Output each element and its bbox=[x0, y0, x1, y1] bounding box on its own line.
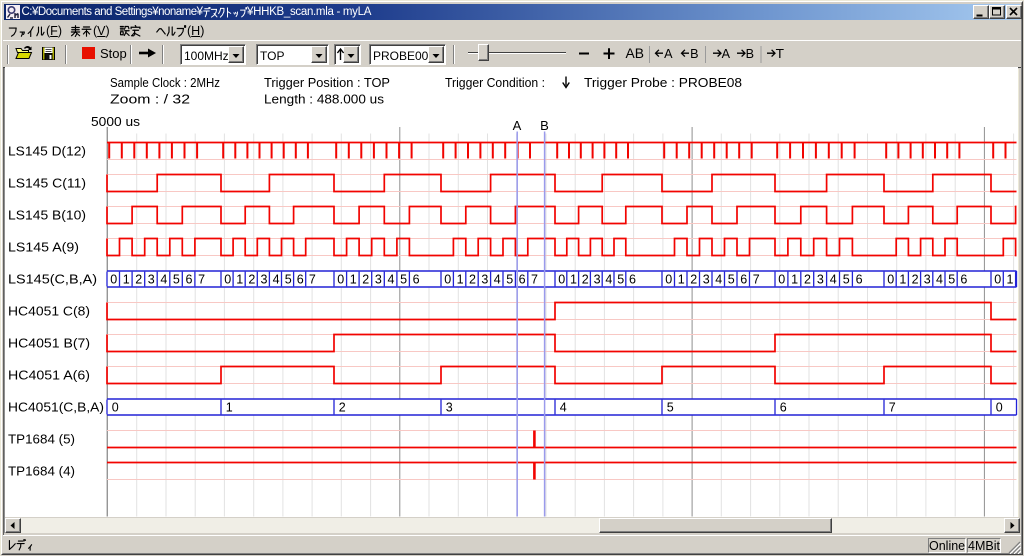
svg-text:7: 7 bbox=[753, 273, 760, 287]
svg-text:4: 4 bbox=[160, 273, 167, 287]
svg-text:0: 0 bbox=[996, 401, 1003, 415]
svg-text:2: 2 bbox=[362, 273, 369, 287]
svg-text:3: 3 bbox=[261, 273, 268, 287]
svg-text:5: 5 bbox=[948, 273, 955, 287]
svg-text:5: 5 bbox=[617, 273, 624, 287]
svg-text:0: 0 bbox=[887, 273, 894, 287]
svg-text:7: 7 bbox=[309, 273, 316, 287]
svg-text:6: 6 bbox=[780, 401, 787, 415]
svg-text:1: 1 bbox=[236, 273, 243, 287]
svg-text:2: 2 bbox=[690, 273, 697, 287]
svg-text:Length : 488.000 us: Length : 488.000 us bbox=[264, 92, 385, 107]
svg-text:5: 5 bbox=[843, 273, 850, 287]
svg-text:LS145 C(11): LS145 C(11) bbox=[8, 176, 86, 191]
svg-text:HC4051 A(6): HC4051 A(6) bbox=[8, 368, 90, 383]
svg-text:5: 5 bbox=[173, 273, 180, 287]
svg-text:6: 6 bbox=[856, 273, 863, 287]
svg-text:3: 3 bbox=[481, 273, 488, 287]
svg-text:2: 2 bbox=[912, 273, 919, 287]
svg-text:4: 4 bbox=[936, 273, 943, 287]
svg-text:Trigger Condition :: Trigger Condition : bbox=[445, 75, 545, 90]
svg-text:1: 1 bbox=[226, 401, 233, 415]
svg-text:A: A bbox=[513, 118, 522, 133]
svg-text:0: 0 bbox=[110, 273, 117, 287]
svg-text:1: 1 bbox=[457, 273, 464, 287]
svg-text:5: 5 bbox=[400, 273, 407, 287]
svg-text:3: 3 bbox=[703, 273, 710, 287]
svg-text:0: 0 bbox=[337, 273, 344, 287]
svg-text:6: 6 bbox=[413, 273, 420, 287]
svg-text:2: 2 bbox=[469, 273, 476, 287]
svg-text:0: 0 bbox=[665, 273, 672, 287]
svg-text:3: 3 bbox=[924, 273, 931, 287]
svg-text:6: 6 bbox=[297, 273, 304, 287]
svg-text:4: 4 bbox=[715, 273, 722, 287]
svg-text:6: 6 bbox=[186, 273, 193, 287]
svg-text:6: 6 bbox=[519, 273, 526, 287]
svg-text:6: 6 bbox=[960, 273, 967, 287]
svg-text:1: 1 bbox=[350, 273, 357, 287]
svg-text:3: 3 bbox=[375, 273, 382, 287]
svg-text:0: 0 bbox=[224, 273, 231, 287]
svg-text:HC4051(C,B,A): HC4051(C,B,A) bbox=[8, 400, 104, 415]
svg-text:6: 6 bbox=[740, 273, 747, 287]
svg-text:0: 0 bbox=[558, 273, 565, 287]
svg-text:5: 5 bbox=[285, 273, 292, 287]
svg-text:TP1684 (5): TP1684 (5) bbox=[8, 432, 75, 447]
svg-text:2: 2 bbox=[135, 273, 142, 287]
svg-text:4: 4 bbox=[273, 273, 280, 287]
svg-text:2: 2 bbox=[248, 273, 255, 287]
svg-text:3: 3 bbox=[817, 273, 824, 287]
svg-text:4: 4 bbox=[560, 401, 567, 415]
svg-text:1: 1 bbox=[1007, 273, 1014, 287]
svg-text:3: 3 bbox=[148, 273, 155, 287]
svg-text:7: 7 bbox=[531, 273, 538, 287]
svg-text:4: 4 bbox=[830, 273, 837, 287]
svg-text:LS145(C,B,A): LS145(C,B,A) bbox=[8, 272, 97, 287]
svg-text:Zoom : / 32: Zoom : / 32 bbox=[110, 92, 190, 107]
svg-text:0: 0 bbox=[112, 401, 119, 415]
svg-text:B: B bbox=[746, 46, 754, 61]
svg-text:5000 us: 5000 us bbox=[91, 114, 141, 129]
svg-text:T: T bbox=[776, 46, 784, 61]
svg-text:4: 4 bbox=[605, 273, 612, 287]
svg-text:LS145 D(12): LS145 D(12) bbox=[8, 144, 86, 159]
svg-text:0: 0 bbox=[444, 273, 451, 287]
svg-text:5: 5 bbox=[667, 401, 674, 415]
svg-text:1: 1 bbox=[123, 273, 130, 287]
svg-text:Sample Clock : 2MHz: Sample Clock : 2MHz bbox=[110, 75, 220, 90]
svg-text:2: 2 bbox=[339, 401, 346, 415]
svg-text:1: 1 bbox=[570, 273, 577, 287]
svg-text:AB: AB bbox=[626, 46, 645, 61]
svg-text:A: A bbox=[722, 46, 731, 61]
svg-text:2: 2 bbox=[804, 273, 811, 287]
svg-text:LS145 A(9): LS145 A(9) bbox=[8, 240, 79, 255]
svg-text:B: B bbox=[540, 118, 549, 133]
svg-text:5: 5 bbox=[506, 273, 513, 287]
svg-text:7: 7 bbox=[889, 401, 896, 415]
svg-text:2: 2 bbox=[582, 273, 589, 287]
svg-text:3: 3 bbox=[594, 273, 601, 287]
svg-text:5: 5 bbox=[728, 273, 735, 287]
svg-text:4: 4 bbox=[388, 273, 395, 287]
svg-text:Trigger Position : TOP: Trigger Position : TOP bbox=[264, 75, 390, 90]
svg-text:1: 1 bbox=[899, 273, 906, 287]
svg-text:LS145 B(10): LS145 B(10) bbox=[8, 208, 86, 223]
svg-text:1: 1 bbox=[678, 273, 685, 287]
svg-text:A: A bbox=[664, 46, 673, 61]
svg-text:4: 4 bbox=[494, 273, 501, 287]
svg-text:0: 0 bbox=[778, 273, 785, 287]
svg-text:TP1684 (4): TP1684 (4) bbox=[8, 464, 75, 479]
svg-text:7: 7 bbox=[198, 273, 205, 287]
svg-text:Trigger Probe : PROBE08: Trigger Probe : PROBE08 bbox=[584, 75, 742, 90]
svg-text:B: B bbox=[690, 46, 698, 61]
svg-text:3: 3 bbox=[446, 401, 453, 415]
svg-text:HC4051 B(7): HC4051 B(7) bbox=[8, 336, 90, 351]
svg-text:HC4051 C(8): HC4051 C(8) bbox=[8, 304, 90, 319]
svg-text:6: 6 bbox=[629, 273, 636, 287]
svg-text:0: 0 bbox=[994, 273, 1001, 287]
svg-text:1: 1 bbox=[791, 273, 798, 287]
